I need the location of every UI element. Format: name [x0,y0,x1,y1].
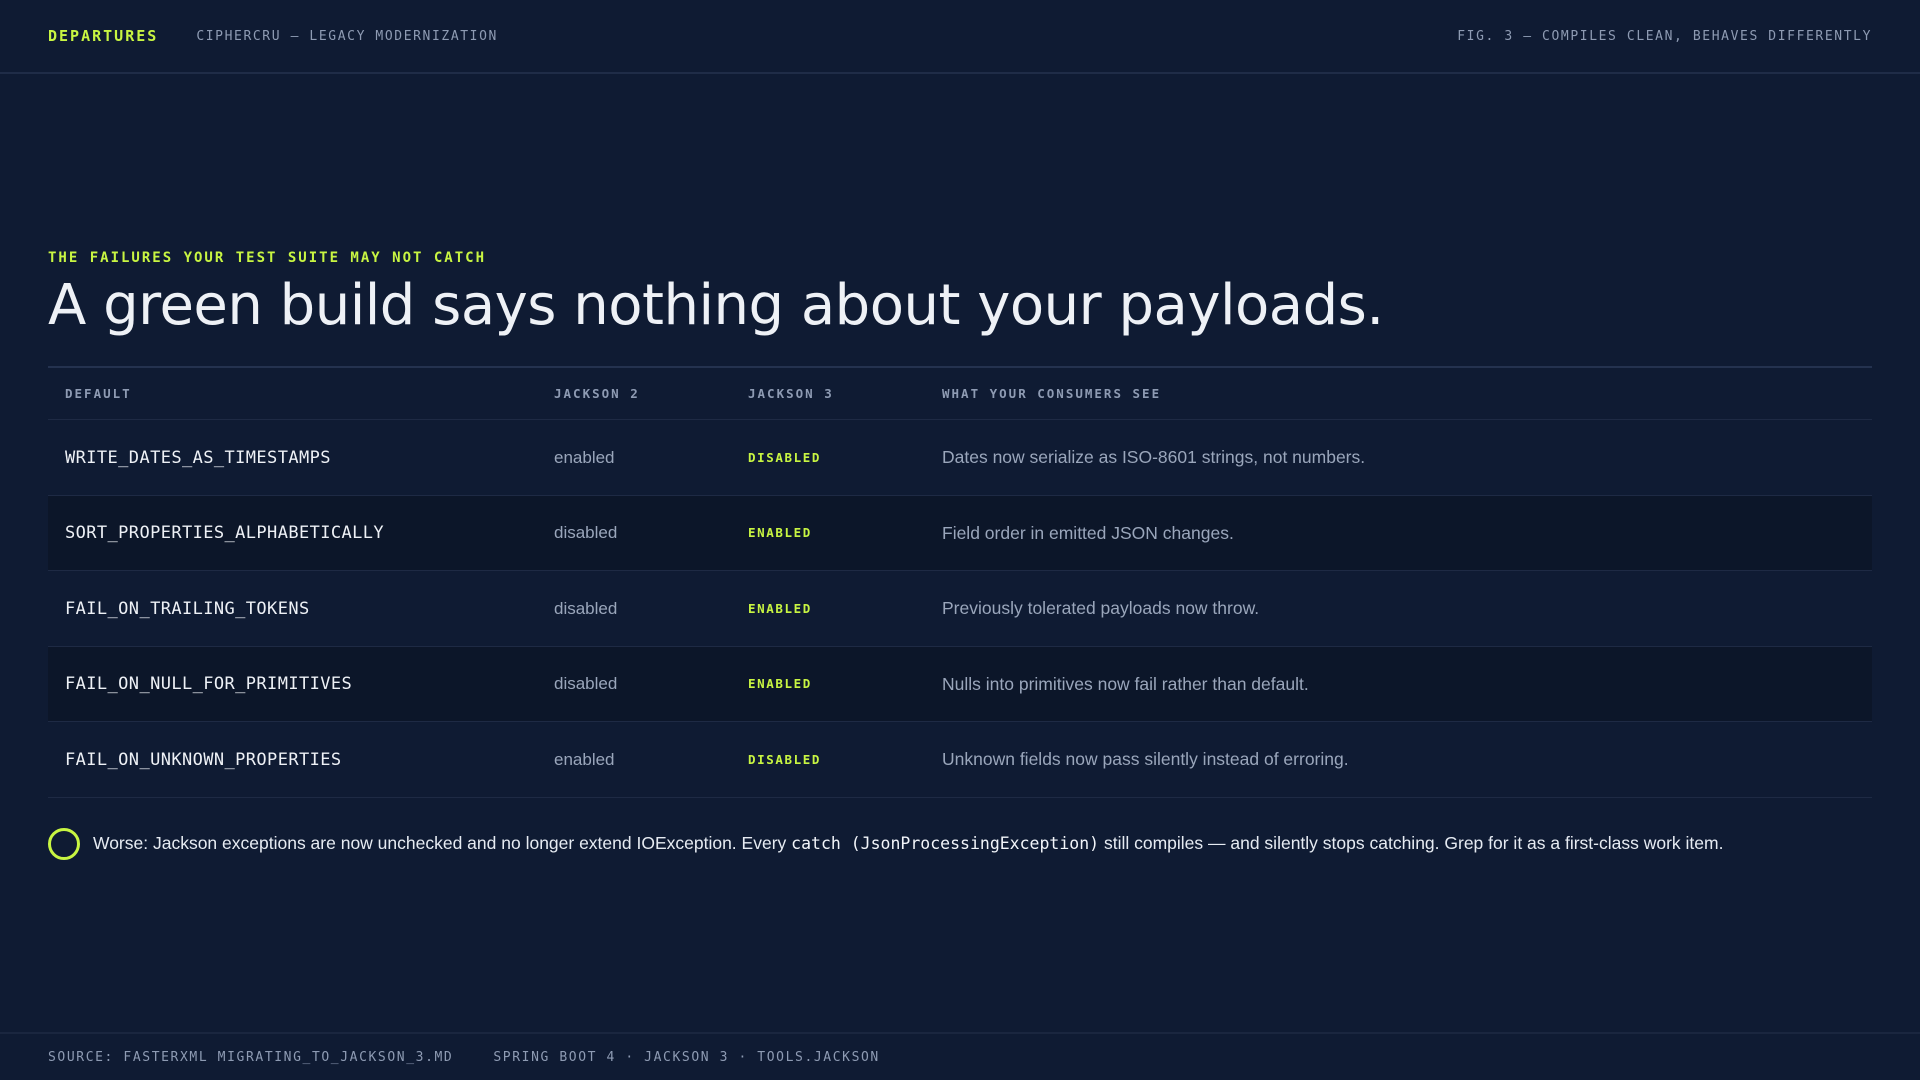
warning-note: Worse: Jackson exceptions are now unchec… [48,827,1872,860]
column-header-default: DEFAULT [65,386,132,402]
footer: SOURCE: FASTERXML MIGRATING_TO_JACKSON_3… [0,1032,1920,1080]
warning-note-text: Worse: Jackson exceptions are now unchec… [93,833,1723,854]
setting-name: FAIL_ON_NULL_FOR_PRIMITIVES [65,674,353,695]
main-content: THE FAILURES YOUR TEST SUITE MAY NOT CAT… [48,250,1872,860]
note-text-before: Worse: Jackson exceptions are now unchec… [93,833,792,854]
consumer-effect: Unknown fields now pass silently instead… [942,749,1349,770]
jackson-3-badge: DISABLED [748,751,822,767]
jackson-2-value: disabled [554,523,618,543]
jackson-2-value: disabled [554,674,618,694]
table-row: FAIL_ON_UNKNOWN_PROPERTIES enabled DISAB… [48,722,1872,798]
top-bar: DEPARTURES CIPHERCRU — LEGACY MODERNIZAT… [0,0,1920,74]
consumer-effect: Previously tolerated payloads now throw. [942,598,1260,619]
defaults-table: DEFAULT JACKSON 2 JACKSON 3 WHAT YOUR CO… [48,366,1872,798]
table-row: FAIL_ON_NULL_FOR_PRIMITIVES disabled ENA… [48,646,1872,723]
footer-stack: SPRING BOOT 4 · JACKSON 3 · TOOLS.JACKSO… [493,1049,880,1065]
jackson-3-badge: ENABLED [748,525,812,541]
column-header-jackson-2: JACKSON 2 [554,386,640,402]
jackson-3-badge: DISABLED [748,449,822,465]
setting-name: FAIL_ON_UNKNOWN_PROPERTIES [65,749,342,770]
note-code: catch (JsonProcessingException) [791,834,1100,854]
table-row: SORT_PROPERTIES_ALPHABETICALLY disabled … [48,495,1872,572]
note-text-after: still compiles — and silently stops catc… [1099,833,1724,854]
jackson-3-badge: ENABLED [748,676,812,692]
header-subtitle: CIPHERCRU — LEGACY MODERNIZATION [196,28,498,44]
consumer-effect: Field order in emitted JSON changes. [942,522,1234,543]
jackson-3-badge: ENABLED [748,600,812,616]
figure-label: FIG. 3 — COMPILES CLEAN, BEHAVES DIFFERE… [1457,28,1872,44]
circle-icon [48,827,80,860]
table-header-row: DEFAULT JACKSON 2 JACKSON 3 WHAT YOUR CO… [48,368,1872,421]
brand-label: DEPARTURES [48,27,159,45]
column-header-consumer-effect: WHAT YOUR CONSUMERS SEE [942,386,1162,402]
setting-name: FAIL_ON_TRAILING_TOKENS [65,598,310,619]
page-title: A green build says nothing about your pa… [48,273,1384,338]
table-row: WRITE_DATES_AS_TIMESTAMPS enabled DISABL… [48,420,1872,496]
consumer-effect: Nulls into primitives now fail rather th… [942,673,1309,694]
table-row: FAIL_ON_TRAILING_TOKENS disabled ENABLED… [48,571,1872,647]
consumer-effect: Dates now serialize as ISO-8601 strings,… [942,447,1366,468]
jackson-2-value: enabled [554,447,615,467]
setting-name: WRITE_DATES_AS_TIMESTAMPS [65,447,331,468]
jackson-2-value: enabled [554,749,615,769]
jackson-2-value: disabled [554,598,618,618]
setting-name: SORT_PROPERTIES_ALPHABETICALLY [65,523,385,544]
footer-source: SOURCE: FASTERXML MIGRATING_TO_JACKSON_3… [48,1049,454,1065]
section-kicker: THE FAILURES YOUR TEST SUITE MAY NOT CAT… [48,250,487,266]
column-header-jackson-3: JACKSON 3 [748,386,834,402]
